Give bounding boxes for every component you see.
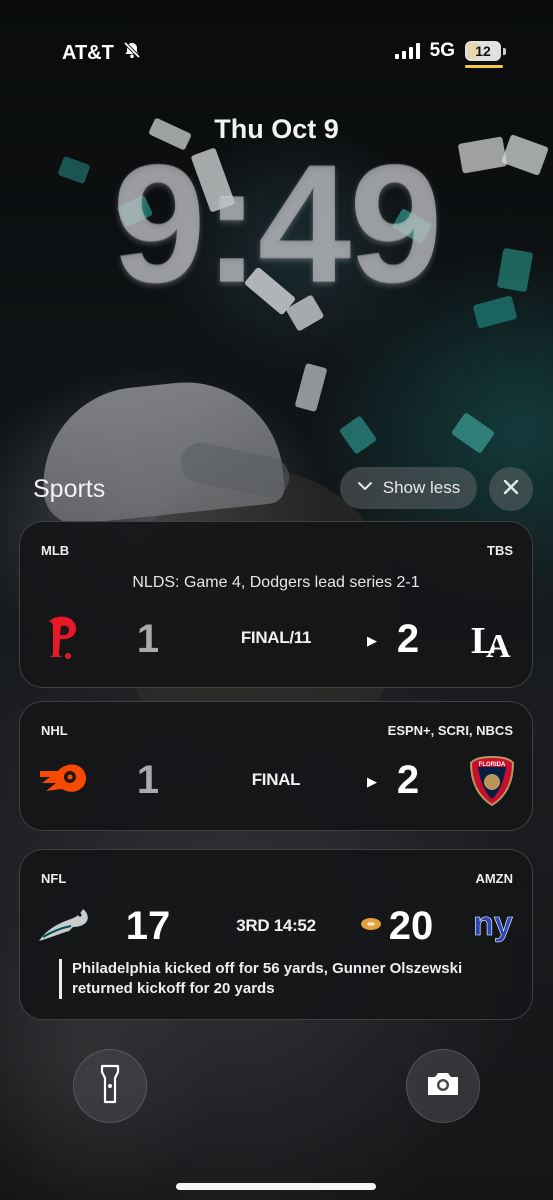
football-icon: [360, 917, 382, 936]
league-label: NFL: [41, 871, 67, 886]
close-button[interactable]: [489, 467, 533, 511]
status-bar-indicators: 5G 12: [394, 40, 506, 62]
show-less-button[interactable]: Show less: [340, 467, 477, 509]
away-score: 2: [396, 758, 420, 802]
status-bar-carrier: AT&T: [62, 40, 142, 66]
game-status: 3RD 14:52: [236, 916, 316, 935]
battery-icon: 12: [465, 41, 501, 61]
wallpaper-cap: [33, 372, 287, 528]
camera-button[interactable]: [406, 1049, 480, 1123]
league-label: MLB: [41, 543, 70, 558]
low-power-indicator: [465, 65, 503, 68]
giants-logo-icon: ny: [464, 895, 522, 951]
score-card-mlb[interactable]: MLB TBS NLDS: Game 4, Dodgers lead serie…: [19, 521, 533, 688]
score-card-nfl[interactable]: NFL AMZN 17 3RD 14:52 20 ny Philadelphia…: [19, 849, 533, 1020]
game-status: FINAL: [251, 770, 301, 789]
svg-text:FLORIDA: FLORIDA: [479, 762, 506, 768]
dodgers-logo-icon: L A: [462, 610, 518, 666]
network-label: AMZN: [475, 871, 513, 886]
away-score: 20: [388, 904, 434, 948]
game-headline: NLDS: Game 4, Dodgers lead series 2-1: [132, 574, 420, 591]
winner-arrow-icon: ▶: [367, 774, 377, 789]
network-type: 5G: [429, 40, 455, 61]
carrier-name: AT&T: [62, 41, 114, 64]
bell-slash-icon: [122, 40, 142, 66]
league-label: NHL: [41, 723, 68, 738]
lock-time: 9:49: [112, 130, 442, 318]
flashlight-icon: [100, 1064, 120, 1109]
svg-text:ny: ny: [473, 905, 513, 943]
camera-icon: [425, 1070, 461, 1103]
winner-arrow-icon: ▶: [367, 633, 377, 648]
game-status: FINAL/11: [240, 628, 312, 647]
close-icon: [502, 478, 520, 501]
network-label: ESPN+, SCRI, NBCS: [387, 723, 513, 738]
chevron-down-icon: [357, 478, 373, 499]
svg-text:A: A: [486, 628, 511, 663]
flashlight-button[interactable]: [73, 1049, 147, 1123]
panthers-logo-icon: FLORIDA: [464, 753, 520, 809]
cellular-signal-icon: [394, 43, 420, 59]
battery-percent: 12: [475, 43, 491, 59]
last-play-text: Philadelphia kicked off for 56 yards, Gu…: [59, 959, 505, 999]
network-label: TBS: [487, 543, 513, 558]
score-card-nhl[interactable]: NHL ESPN+, SCRI, NBCS 1 FINAL ▶ 2 FLORID…: [19, 701, 533, 831]
battery-tip: [503, 47, 506, 55]
sports-section-title: Sports: [33, 475, 106, 503]
show-less-label: Show less: [382, 478, 461, 497]
home-indicator[interactable]: [176, 1183, 376, 1190]
away-score: 2: [396, 617, 420, 661]
